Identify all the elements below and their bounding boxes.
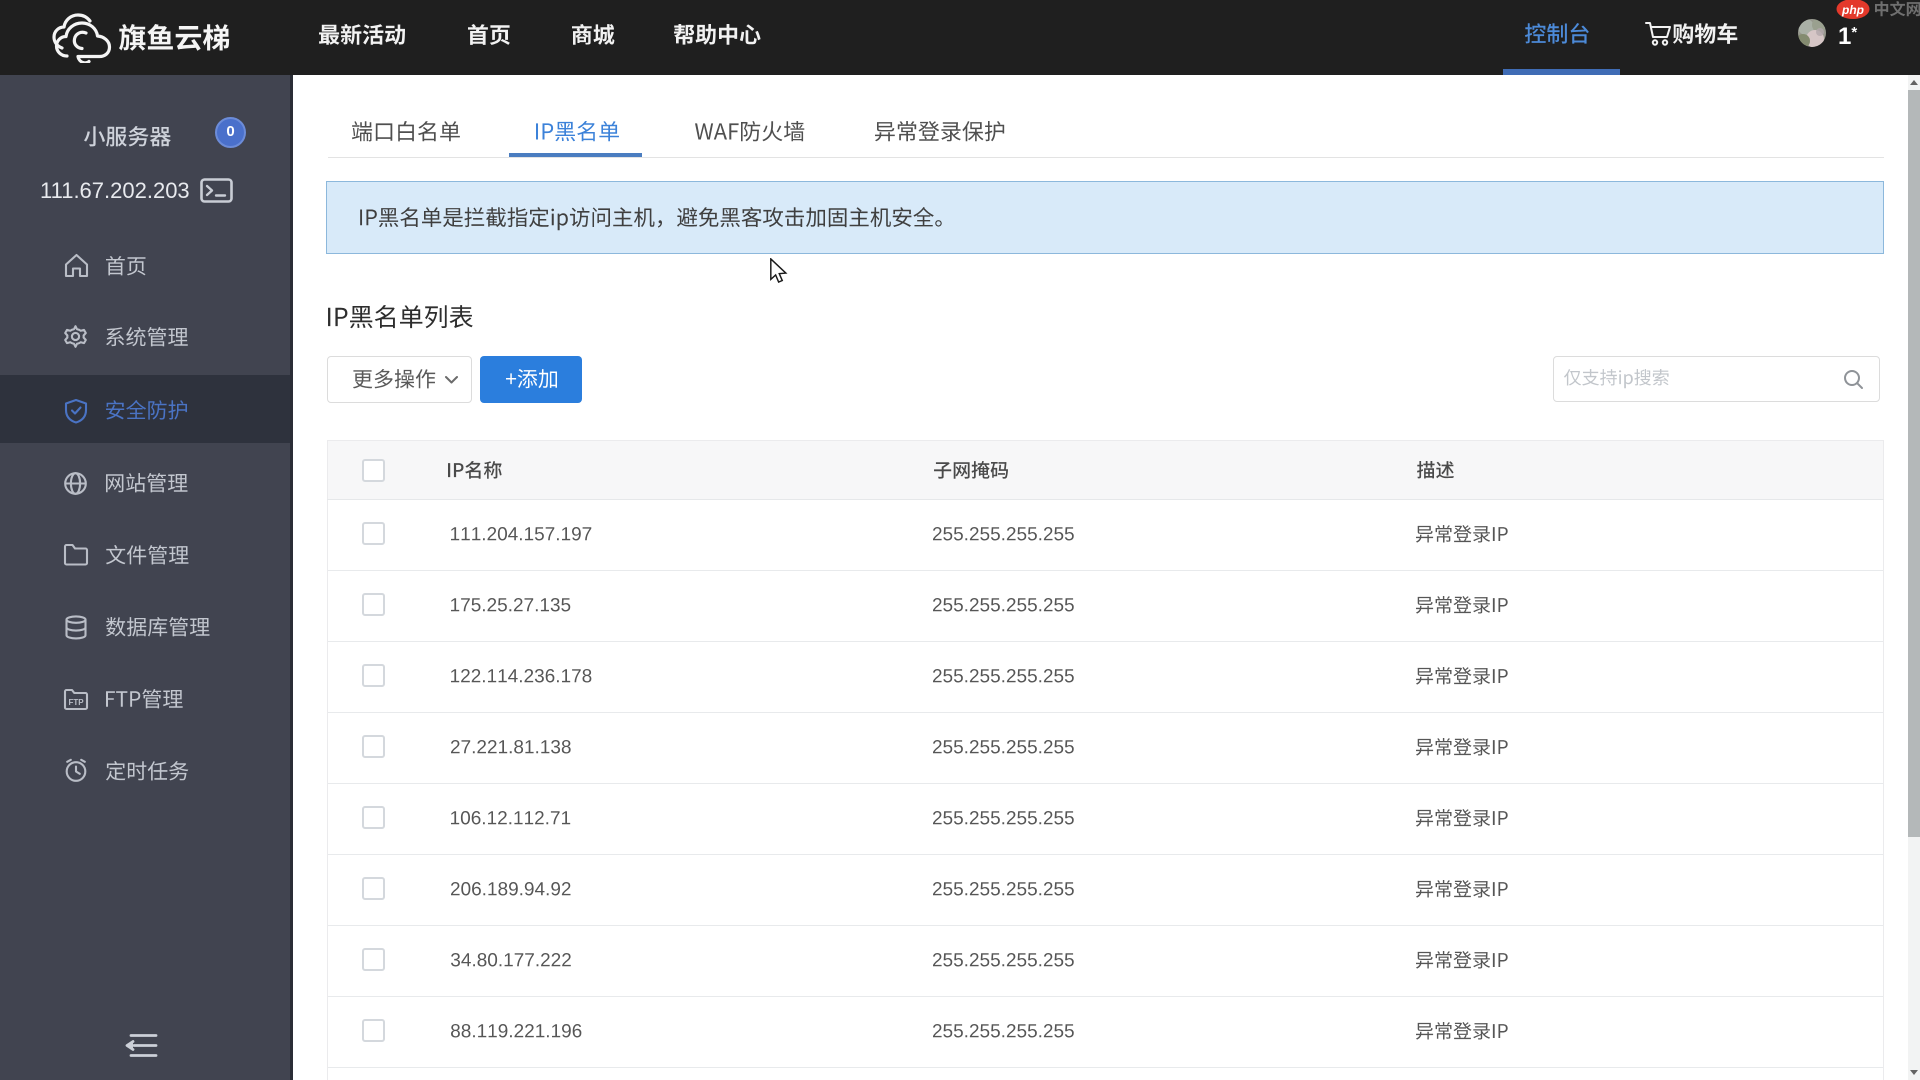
- svg-text:php: php: [1841, 3, 1864, 17]
- svg-text:FTP: FTP: [68, 698, 84, 707]
